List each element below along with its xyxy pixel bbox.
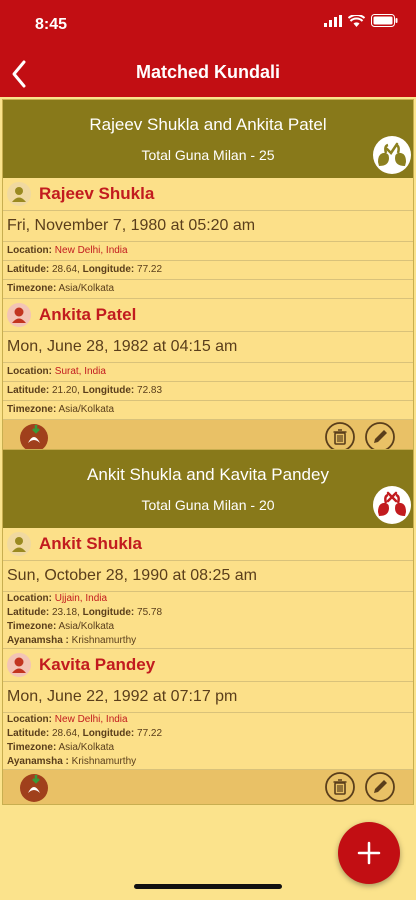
location-value: Ujjain, India bbox=[54, 593, 108, 604]
longitude-value: 72.83 bbox=[137, 385, 163, 396]
location-line: Location: Surat, India bbox=[3, 363, 413, 382]
match-pair-names: Ankit Shukla and Kavita Pandey bbox=[87, 465, 329, 484]
trash-icon bbox=[325, 772, 355, 802]
coordinates-line: Latitude: 28.64, Longitude: 77.22 bbox=[7, 728, 163, 739]
match-card-header: Ankit Shukla and Kavita Pandey Total Gun… bbox=[3, 450, 413, 528]
timezone-line: Timezone: Asia/Kolkata bbox=[3, 620, 413, 634]
longitude-value: 75.78 bbox=[137, 607, 163, 618]
latitude-value: 28.64 bbox=[52, 264, 78, 275]
birth-datetime: Fri, November 7, 1980 at 05:20 am bbox=[3, 211, 413, 242]
swans-cross-icon bbox=[378, 491, 406, 516]
longitude-value: 77.22 bbox=[137, 728, 163, 739]
match-pair-names: Rajeev Shukla and Ankita Patel bbox=[89, 115, 327, 134]
delete-button[interactable] bbox=[325, 772, 355, 802]
match-badge bbox=[373, 136, 411, 174]
birth-datetime: Mon, June 28, 1982 at 04:15 am bbox=[3, 332, 413, 363]
female-avatar-icon bbox=[7, 653, 31, 677]
latitude-value: 23.18 bbox=[52, 607, 78, 618]
coordinates-line: Latitude: 28.64, Longitude: 77.22 bbox=[3, 261, 413, 280]
pdf-download-button[interactable] bbox=[19, 773, 49, 803]
longitude-label: Longitude: bbox=[82, 728, 135, 739]
timezone-line: Timezone: Asia/Kolkata bbox=[3, 401, 413, 419]
match-card-header: Rajeev Shukla and Ankita Patel Total Gun… bbox=[3, 100, 413, 178]
location-value: Surat, India bbox=[54, 366, 106, 377]
timezone-value: Asia/Kolkata bbox=[58, 283, 115, 294]
latitude-label: Latitude: bbox=[7, 607, 50, 618]
page-title: Matched Kundali bbox=[135, 62, 280, 82]
match-badge bbox=[373, 486, 411, 524]
timezone-value: Asia/Kolkata bbox=[58, 404, 115, 415]
longitude-label: Longitude: bbox=[82, 385, 135, 396]
battery-icon bbox=[371, 14, 398, 27]
pencil-icon bbox=[365, 772, 395, 802]
location-line: Location: Ujjain, India bbox=[3, 592, 413, 606]
person-name: Rajeev Shukla bbox=[39, 184, 155, 203]
home-indicator bbox=[134, 884, 282, 889]
ayanamsha-label: Ayanamsha : bbox=[7, 756, 69, 767]
latitude-label: Latitude: bbox=[7, 728, 50, 739]
birth-datetime: Sun, October 28, 1990 at 08:25 am bbox=[3, 561, 413, 592]
timezone-label: Timezone: bbox=[7, 621, 57, 632]
timezone-label: Timezone: bbox=[7, 283, 57, 294]
signal-icon bbox=[324, 14, 342, 27]
timezone-line: Timezone: Asia/Kolkata bbox=[3, 741, 413, 755]
person-row: Kavita Pandey bbox=[3, 649, 413, 682]
male-avatar-icon bbox=[7, 182, 31, 206]
timezone-label: Timezone: bbox=[7, 742, 57, 753]
location-label: Location: bbox=[7, 366, 52, 377]
birth-datetime: Mon, June 22, 1992 at 07:17 pm bbox=[3, 682, 413, 713]
pencil-icon bbox=[365, 422, 395, 452]
location-label: Location: bbox=[7, 245, 52, 256]
person-row: Ankita Patel bbox=[3, 299, 413, 332]
match-card[interactable]: Ankit Shukla and Kavita Pandey Total Gun… bbox=[2, 449, 414, 805]
guna-milan-score: Total Guna Milan - 25 bbox=[141, 147, 275, 163]
pdf-download-icon bbox=[20, 774, 48, 802]
match-card[interactable]: Rajeev Shukla and Ankita Patel Total Gun… bbox=[2, 99, 414, 455]
person-name: Ankit Shukla bbox=[39, 534, 142, 553]
location-line: Location: New Delhi, India bbox=[3, 242, 413, 261]
timezone-value: Asia/Kolkata bbox=[58, 621, 115, 632]
coordinates-line: Latitude: 23.18, Longitude: 75.78 bbox=[7, 607, 163, 618]
edit-button[interactable] bbox=[365, 772, 395, 802]
swans-check-icon bbox=[378, 142, 406, 166]
wifi-icon bbox=[348, 14, 365, 27]
match-actions bbox=[3, 769, 413, 804]
latitude-value: 28.64 bbox=[52, 728, 78, 739]
female-avatar-icon bbox=[7, 303, 31, 327]
coordinates-line: Latitude: 21.20, Longitude: 72.83 bbox=[3, 382, 413, 401]
guna-milan-score: Total Guna Milan - 20 bbox=[141, 497, 275, 513]
male-avatar-icon bbox=[7, 532, 31, 556]
location-label: Location: bbox=[7, 593, 52, 604]
ayanamsha-line: Ayanamsha : Krishnamurthy bbox=[3, 634, 413, 649]
add-match-button[interactable] bbox=[338, 822, 400, 884]
longitude-value: 77.22 bbox=[137, 264, 163, 275]
location-value: New Delhi, India bbox=[54, 245, 128, 256]
timezone-label: Timezone: bbox=[7, 404, 57, 415]
longitude-label: Longitude: bbox=[82, 264, 135, 275]
person-row: Rajeev Shukla bbox=[3, 178, 413, 211]
latitude-label: Latitude: bbox=[7, 385, 50, 396]
ayanamsha-value: Krishnamurthy bbox=[71, 756, 137, 767]
ayanamsha-label: Ayanamsha : bbox=[7, 635, 69, 646]
person-row: Ankit Shukla bbox=[3, 528, 413, 561]
person-name: Ankita Patel bbox=[39, 305, 137, 324]
trash-icon bbox=[325, 422, 355, 452]
plus-icon bbox=[357, 841, 381, 865]
latitude-value: 21.20 bbox=[52, 385, 78, 396]
ayanamsha-value: Krishnamurthy bbox=[71, 635, 137, 646]
location-line: Location: New Delhi, India bbox=[3, 713, 413, 727]
ayanamsha-line: Ayanamsha : Krishnamurthy bbox=[3, 755, 413, 769]
location-value: New Delhi, India bbox=[54, 714, 128, 725]
latitude-label: Latitude: bbox=[7, 264, 50, 275]
status-icons bbox=[324, 14, 398, 27]
timezone-value: Asia/Kolkata bbox=[58, 742, 115, 753]
app-header: 8:45 Matched Kundali bbox=[0, 0, 416, 97]
status-time: 8:45 bbox=[35, 16, 68, 33]
edit-button[interactable] bbox=[365, 422, 395, 452]
person-name: Kavita Pandey bbox=[39, 655, 156, 674]
delete-button[interactable] bbox=[325, 422, 355, 452]
longitude-label: Longitude: bbox=[82, 607, 135, 618]
location-label: Location: bbox=[7, 714, 52, 725]
timezone-line: Timezone: Asia/Kolkata bbox=[3, 280, 413, 299]
